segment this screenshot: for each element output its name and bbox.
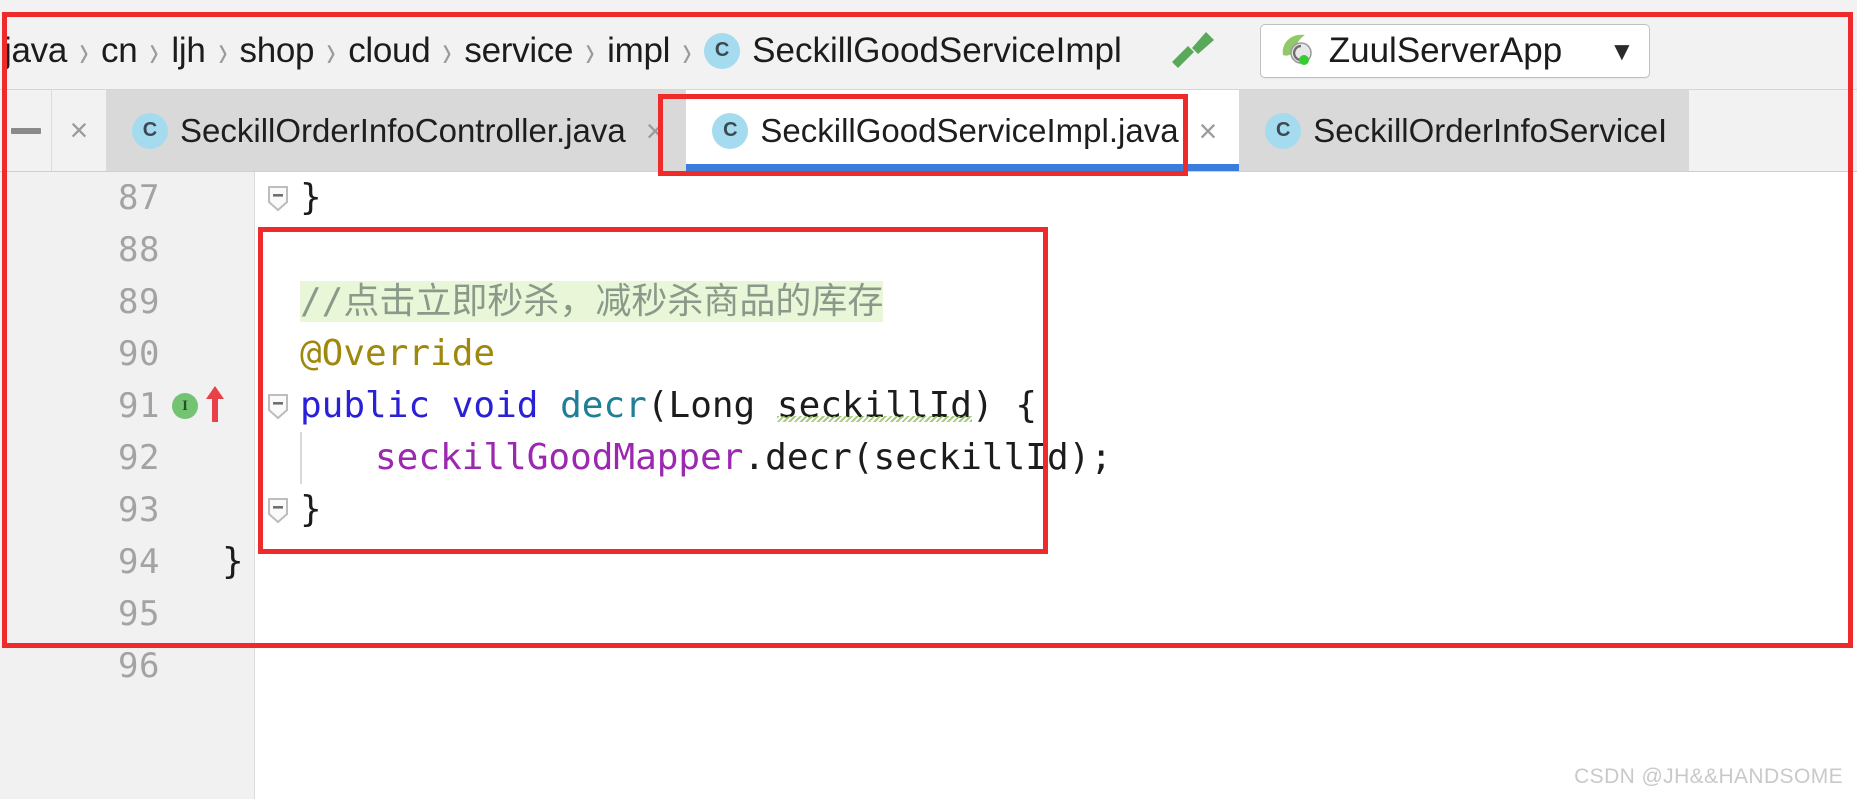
chevron-right-icon: › xyxy=(682,24,692,76)
breadcrumb-item-shop[interactable]: shop xyxy=(240,31,315,71)
java-class-icon: C xyxy=(132,112,168,149)
chevron-right-icon: › xyxy=(442,24,452,76)
code-line[interactable]: 94 } xyxy=(0,536,1857,588)
implements-marker-icon[interactable]: I xyxy=(172,393,198,419)
fold-marker-collapse-icon[interactable] xyxy=(258,380,298,432)
brace-close-token: } xyxy=(300,177,322,218)
type-long-token: Long xyxy=(668,385,756,426)
tab-seckill-good-service-impl[interactable]: C SeckillGoodServiceImpl.java × xyxy=(686,90,1240,171)
csdn-watermark: CSDN @JH&&HANDSOME xyxy=(1574,765,1843,788)
java-class-icon: C xyxy=(712,112,749,149)
brace-open-token: { xyxy=(1015,385,1038,426)
tab-seckill-order-info-service[interactable]: C SeckillOrderInfoServiceI xyxy=(1239,90,1690,171)
chevron-right-icon: › xyxy=(149,24,159,76)
java-class-icon: C xyxy=(1265,112,1302,149)
override-arrow-icon[interactable] xyxy=(202,383,228,430)
chevron-right-icon: › xyxy=(79,24,89,76)
code-text: public void decr(Long seckillId) { xyxy=(300,380,1037,432)
close-icon[interactable]: × xyxy=(1199,115,1218,147)
line-number: 95 xyxy=(118,594,160,634)
line-number: 87 xyxy=(118,178,160,218)
chevron-right-icon: › xyxy=(585,24,595,76)
line-number: 96 xyxy=(118,646,160,686)
breadcrumb-item-impl[interactable]: impl xyxy=(607,31,670,71)
breadcrumb-bar: java › cn › ljh › shop › cloud › service… xyxy=(0,12,1857,90)
close-icon[interactable]: × xyxy=(646,115,665,147)
chevron-down-icon[interactable]: ▼ xyxy=(1589,38,1641,64)
brace-close-token: } xyxy=(222,541,244,582)
brace-close-token: } xyxy=(300,489,322,530)
code-text: } xyxy=(222,536,244,588)
code-text: //点击立即秒杀，减秒杀商品的库存 xyxy=(300,276,884,328)
code-text: @Override xyxy=(300,328,495,380)
code-text: seckillGoodMapper.decr(seckillId); xyxy=(375,437,1112,478)
tab-label: SeckillOrderInfoController.java xyxy=(180,111,626,149)
code-line[interactable]: 92 seckillGoodMapper.decr(seckillId); xyxy=(0,432,1857,484)
breadcrumb-item-cloud[interactable]: cloud xyxy=(348,31,430,71)
annotation-token: @Override xyxy=(300,333,496,374)
keyword-public-token: public xyxy=(300,385,431,426)
paren-open-token: ( xyxy=(646,385,669,426)
line-number: 92 xyxy=(118,438,160,478)
chevron-right-icon: › xyxy=(326,24,336,76)
tab-label: SeckillOrderInfoServiceI xyxy=(1313,111,1668,149)
line-number: 89 xyxy=(118,282,160,322)
line-number: 88 xyxy=(118,230,160,270)
keyword-void-token: void xyxy=(451,385,539,426)
breadcrumb-item-current-class[interactable]: SeckillGoodServiceImpl xyxy=(752,31,1122,71)
breadcrumb-item-service[interactable]: service xyxy=(464,31,573,71)
argument-token: seckillId xyxy=(873,437,1069,478)
line-number: 90 xyxy=(118,334,160,374)
method-call-token: decr xyxy=(765,437,852,478)
editor-tab-strip: × C SeckillOrderInfoController.java × C … xyxy=(0,90,1857,172)
ide-window: java › cn › ljh › shop › cloud › service… xyxy=(0,0,1857,799)
tab-strip-close-icon[interactable]: × xyxy=(52,90,106,171)
semicolon-token: ; xyxy=(1090,437,1112,478)
hammer-icon[interactable] xyxy=(1162,20,1218,81)
paren-open-token: ( xyxy=(851,437,874,478)
breadcrumb-item-java[interactable]: java xyxy=(4,31,67,71)
breadcrumb-item-ljh[interactable]: ljh xyxy=(171,31,205,71)
parameter-name-token: seckillId xyxy=(776,385,972,426)
code-line[interactable]: 91 I public void decr(Long seckillId) { xyxy=(0,380,1857,432)
paren-close-token: ) xyxy=(1068,437,1091,478)
tab-strip-collapse-button[interactable] xyxy=(0,90,52,171)
window-top-strip xyxy=(0,0,1857,12)
code-line[interactable]: 96 xyxy=(0,640,1857,692)
code-line[interactable]: 90 @Override xyxy=(0,328,1857,380)
code-line[interactable]: 89 //点击立即秒杀，减秒杀商品的库存 xyxy=(0,276,1857,328)
line-number: 94 xyxy=(118,542,160,582)
method-name-token: decr xyxy=(560,385,647,426)
chevron-right-icon: › xyxy=(218,24,228,76)
comment-token: //点击立即秒杀，减秒杀商品的库存 xyxy=(300,281,884,322)
tab-seckill-order-info-controller[interactable]: C SeckillOrderInfoController.java × xyxy=(106,90,687,171)
spring-boot-icon xyxy=(1275,27,1317,74)
code-line[interactable]: 93 } xyxy=(0,484,1857,536)
fold-marker-collapse-icon[interactable] xyxy=(258,484,298,536)
line-number: 91 xyxy=(118,386,160,426)
code-lines: 87 } 88 89 //点击立即秒杀，减秒杀商品的库存 90 @Overrid… xyxy=(0,172,1857,799)
gutter-markers[interactable]: I xyxy=(172,380,252,432)
breadcrumb-item-cn[interactable]: cn xyxy=(101,31,138,71)
run-configuration-selector[interactable]: ZuulServerApp ▼ xyxy=(1259,23,1650,78)
field-name-token: seckillGoodMapper xyxy=(375,437,744,478)
minus-icon xyxy=(10,127,41,134)
code-text: } xyxy=(300,484,322,536)
code-line[interactable]: 88 xyxy=(0,224,1857,276)
java-class-icon: C xyxy=(704,32,741,69)
code-line[interactable]: 87 } xyxy=(0,172,1857,224)
paren-close-token: ) xyxy=(971,385,994,426)
code-text: } xyxy=(300,172,322,224)
tab-label: SeckillGoodServiceImpl.java xyxy=(760,111,1179,149)
fold-marker-collapse-icon[interactable] xyxy=(258,172,298,224)
code-line[interactable]: 95 xyxy=(0,588,1857,640)
line-number: 93 xyxy=(118,490,160,530)
run-configuration-label: ZuulServerApp xyxy=(1328,30,1563,70)
indent-guide xyxy=(300,432,302,484)
code-editor[interactable]: 87 } 88 89 //点击立即秒杀，减秒杀商品的库存 90 @Overrid… xyxy=(0,172,1857,799)
